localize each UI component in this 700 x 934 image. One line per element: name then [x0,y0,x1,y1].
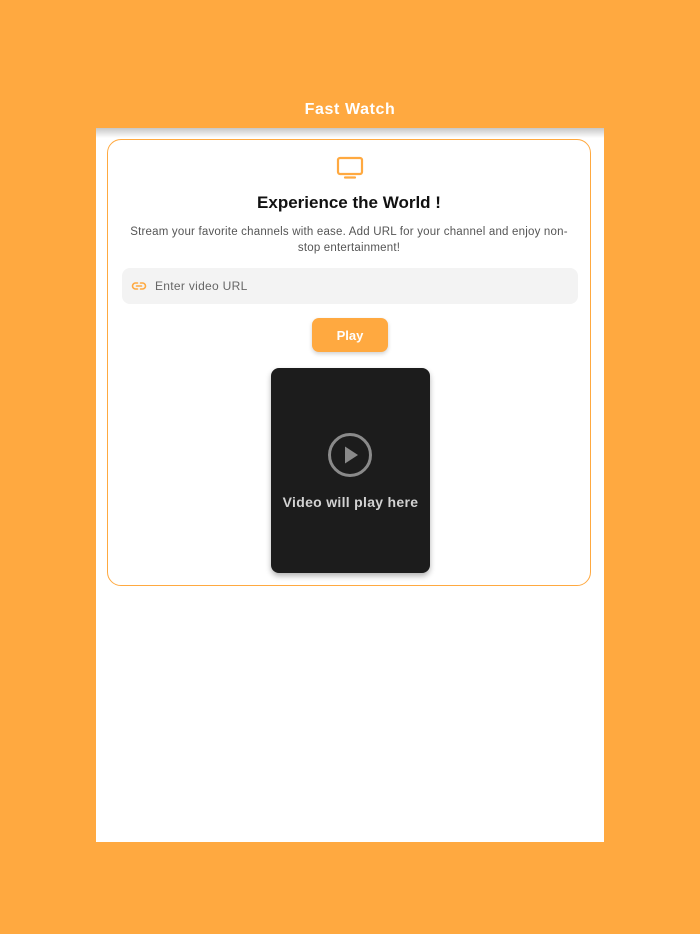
url-field[interactable] [122,268,578,304]
header-shadow [96,128,604,138]
play-button[interactable]: Play [312,318,388,352]
link-icon [131,282,147,290]
card-description: Stream your favorite channels with ease.… [130,226,568,254]
content-sheet: Experience the World ! Stream your favor… [96,128,604,842]
card-headline: Experience the World ! [257,193,441,212]
play-circle-icon [328,433,372,477]
stream-card: Experience the World ! Stream your favor… [107,139,591,586]
app-title: Fast Watch [304,101,396,118]
video-player[interactable]: Video will play here [271,368,430,573]
video-placeholder-text: Video will play here [282,494,419,510]
url-input[interactable] [155,268,565,304]
tv-icon [336,156,364,179]
